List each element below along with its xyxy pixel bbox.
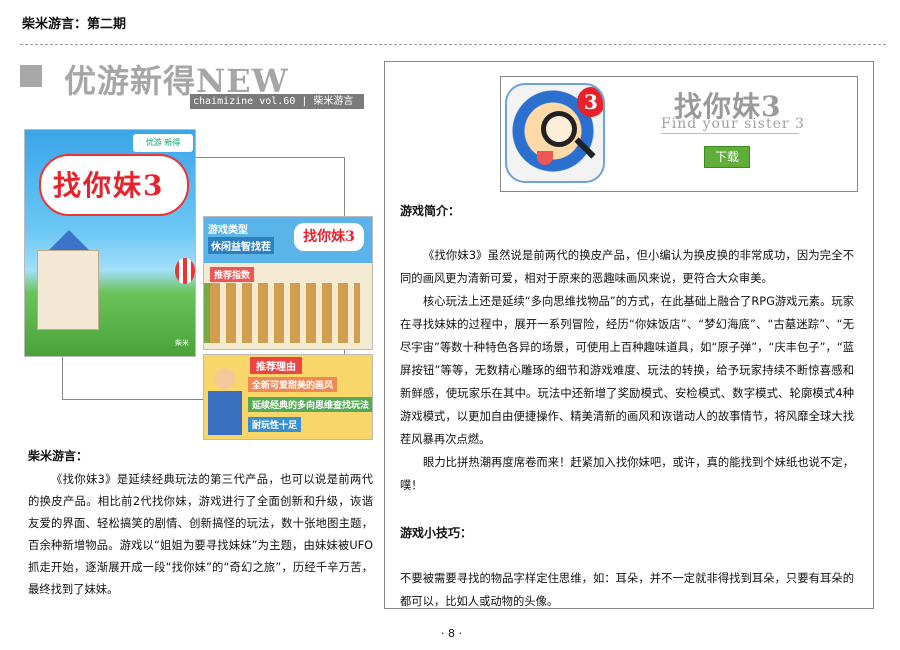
reason-title: 推荐理由 [250, 357, 302, 374]
game-screenshot-reasons: 推荐理由 全新可爱甜美的画风 延续经典的多向思维查找玩法 耐玩性十足 [203, 354, 373, 440]
genre-value: 休闲益智找茬 [208, 237, 274, 254]
intro-paragraph: 眼力比拼热潮再度席卷而来！赶紧加入找你妹吧，或许，真的能找到个妹纸也说不定，噗！ [400, 456, 854, 492]
genre-label: 游戏类型 [208, 225, 248, 236]
magnifier-face-icon: 3 [505, 83, 605, 183]
screenshot-badge: 优游 新得 [133, 134, 193, 152]
intro-paragraph: 核心玩法上还是延续“多向思维找物品”的方式，在此基础上融合了RPG游戏元素。玩家… [400, 295, 854, 446]
screenshot-logo: 找你妹3 [294, 223, 364, 251]
recommend-index-label: 推荐指数 [210, 267, 255, 282]
magnifier-lens [541, 111, 577, 147]
reason-line: 全新可爱甜美的画风 [248, 377, 338, 392]
magazine-header-title: 柴米游言：第二期 [22, 17, 127, 32]
left-column-label: 柴米游言： [28, 449, 89, 463]
app-subtitle: Find your sister 3 [661, 116, 805, 134]
page-number: · 8 · [441, 627, 462, 640]
screenshot-game-title: 找你妹3 [53, 169, 165, 202]
item-grid [210, 283, 360, 343]
header-divider [20, 44, 886, 45]
screenshot-corner-label: 柴米 [175, 339, 189, 347]
section-square-marker [20, 65, 42, 87]
magnifier-handle [574, 137, 596, 159]
tips-text: 不要被需要寻找的物品字样定住思维，如：耳朵，并不一定就非得找到耳朵，只要有耳朵的… [400, 567, 854, 613]
download-button[interactable]: 下载 [704, 146, 750, 168]
intro-paragraph: 《找你妹3》虽然说是前两代的换皮产品，但小编认为换皮换的非常成功，因为完全不同的… [400, 249, 854, 285]
reason-line: 耐玩性十足 [248, 417, 302, 432]
volume-bar: chaimizine vol.60 | 柴米游言 [190, 94, 364, 109]
hot-air-balloon [175, 258, 195, 284]
tongue-shape [537, 151, 553, 165]
tips-paragraph: 不要被需要寻找的物品字样定住思维，如：耳朵，并不一定就非得找到耳朵，只要有耳朵的… [400, 572, 854, 608]
character-illustration [208, 365, 242, 435]
intro-label: 游戏简介： [400, 204, 461, 218]
reason-line: 延续经典的多向思维查找玩法 [248, 397, 372, 412]
left-column-body: 《找你妹3》是延续经典玩法的第三代产品，也可以说是前两代的换皮产品。相比前2代找… [28, 473, 373, 596]
game-screenshot-info: 游戏类型 休闲益智找茬 找你妹3 推荐指数 [203, 216, 373, 350]
tips-label: 游戏小技巧： [400, 526, 473, 540]
icon-number-badge: 3 [577, 87, 603, 117]
intro-text: 《找你妹3》虽然说是前两代的换皮产品，但小编认为换皮换的非常成功，因为完全不同的… [400, 244, 854, 497]
castle-illustration [37, 250, 99, 330]
game-screenshot-title: 优游 新得 找你妹3 柴米 [24, 129, 196, 357]
